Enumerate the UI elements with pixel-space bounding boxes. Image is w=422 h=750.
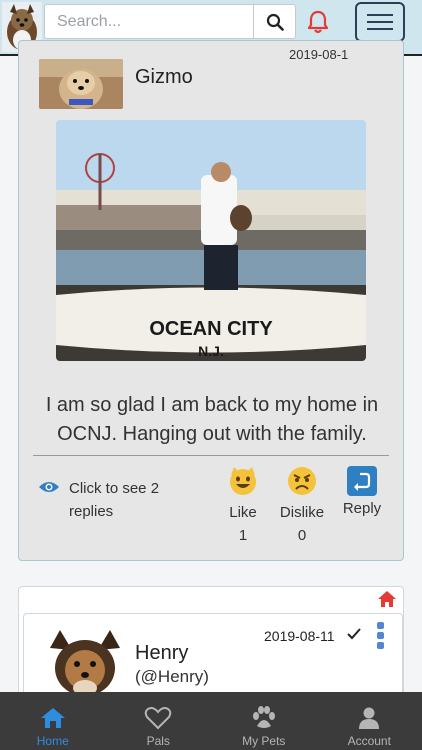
post-card: 2019-08-1 Gizmo OCEAN CITY N.J. I am so … [18,40,404,561]
like-button[interactable]: Like 1 [227,466,259,544]
bottom-nav: Home Pals My Pets Account [0,692,422,750]
menu-button[interactable] [355,2,405,42]
search-button[interactable] [253,5,296,38]
post-photo[interactable]: OCEAN CITY N.J. [56,120,366,361]
home-icon[interactable] [377,590,397,608]
author-handle-2: (@Henry) [135,667,209,686]
nav-pals-label: Pals [146,734,170,748]
nav-home-label: Home [36,734,69,748]
hamburger-line [367,21,393,23]
home-icon [40,708,65,728]
dislike-button[interactable]: Dislike 0 [277,466,327,544]
post-text: I am so glad I am back to my home in OCN… [45,394,379,445]
nav-pals[interactable]: Pals [106,692,212,750]
replies-label: Click to see 2 replies [69,480,160,520]
dislike-label: Dislike [279,504,325,521]
reply-button[interactable]: Reply [337,466,387,517]
author-name-2[interactable]: Henry [135,642,188,665]
nav-account-label: Account [347,734,391,748]
notifications-button[interactable] [304,8,332,36]
like-count: 1 [238,527,248,544]
more-options-icon[interactable] [377,622,385,649]
author-avatar[interactable] [39,59,123,109]
angry-face-icon [288,467,316,495]
reply-label: Reply [342,500,382,517]
photo-sign-2: N.J. [198,343,224,359]
user-icon [359,707,380,729]
hamburger-line [367,28,393,30]
eye-icon [39,482,59,492]
photo-sign: OCEAN CITY [149,318,273,340]
nav-account[interactable]: Account [317,692,422,750]
author-name[interactable]: Gizmo [135,66,193,89]
smile-face-icon [230,467,256,495]
post-date: 2019-08-1 [289,47,349,62]
dislike-count: 0 [297,527,307,544]
check-icon [347,628,361,640]
paw-icon [252,706,275,728]
nav-my-pets[interactable]: My Pets [211,692,317,750]
divider [33,455,389,456]
nav-my-pets-label: My Pets [242,734,286,748]
bell-icon [307,10,329,34]
search-icon [266,13,284,31]
search-input[interactable] [45,5,252,38]
nav-home[interactable]: Home [0,692,106,750]
post-date-2: 2019-08-11 [264,628,335,644]
reply-icon [347,466,377,496]
author-avatar-2[interactable] [42,628,128,698]
heart-icon [144,707,172,730]
search-box [44,4,296,39]
hamburger-icon [367,14,393,16]
like-label: Like [229,504,257,521]
